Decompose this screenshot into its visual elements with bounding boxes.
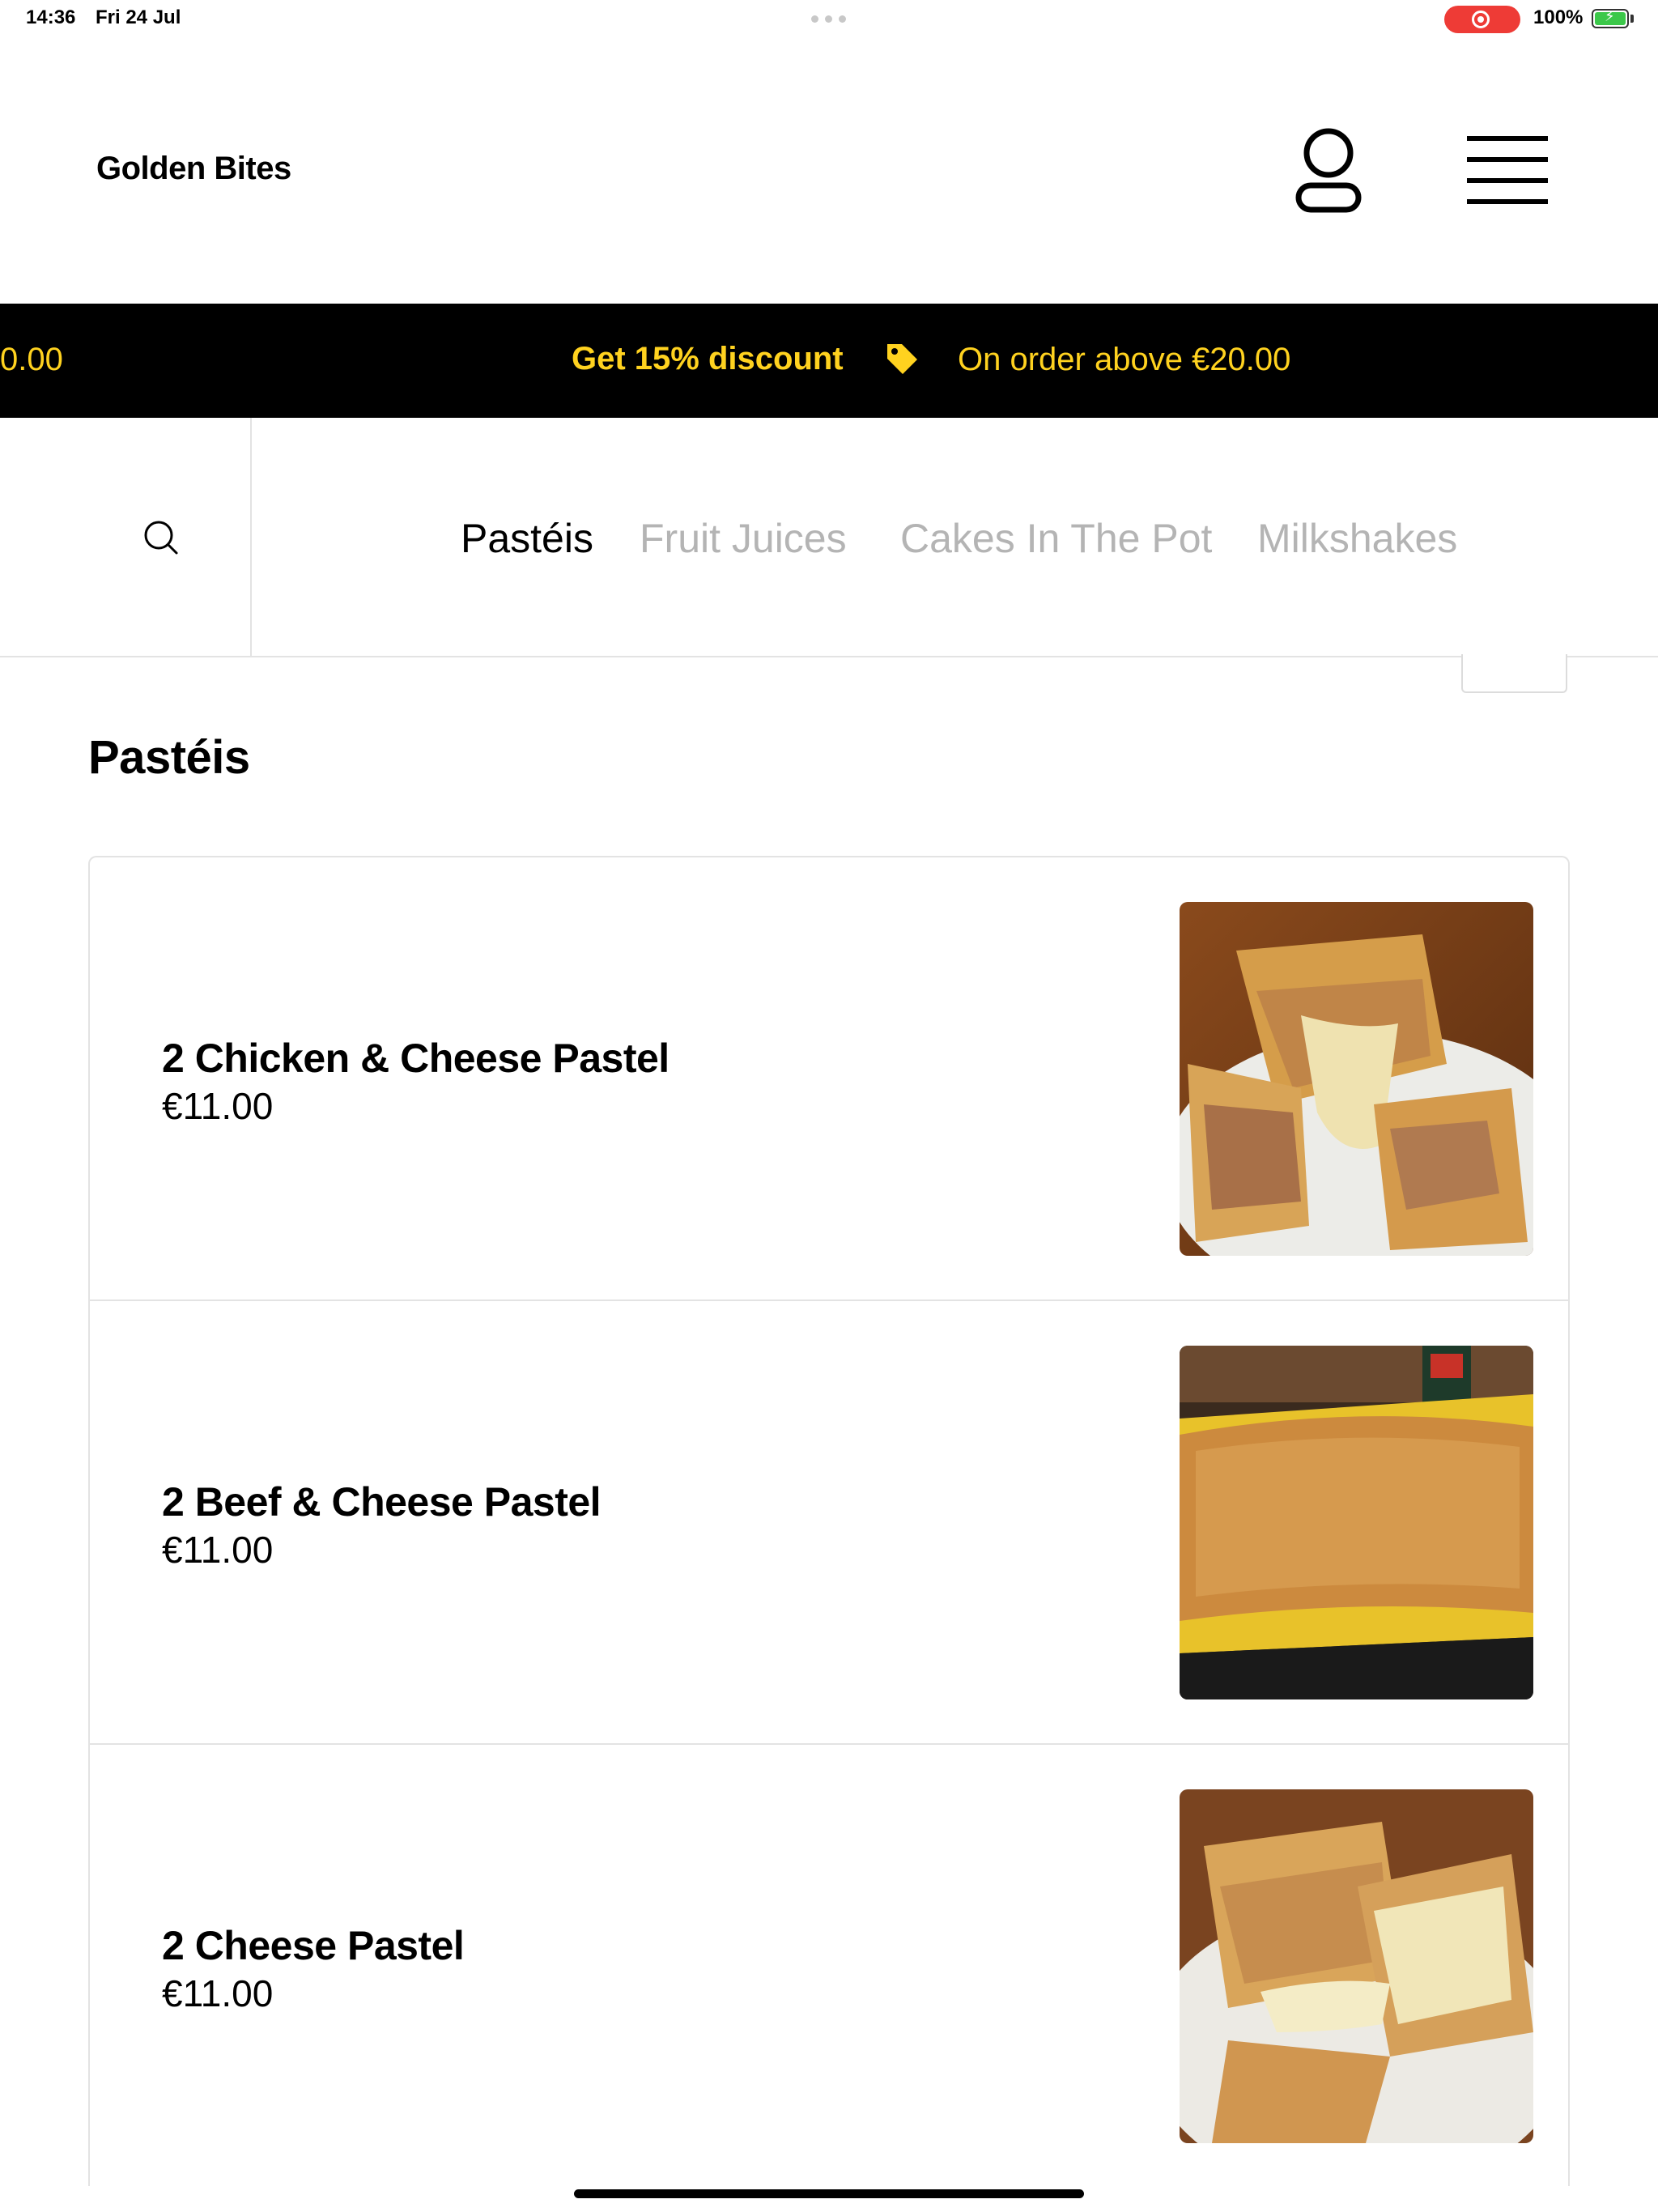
tab-pasteis[interactable]: Pastéis (461, 515, 593, 562)
dropdown-box[interactable] (1461, 654, 1567, 693)
tab-fruit-juices[interactable]: Fruit Juices (640, 515, 847, 562)
product-image[interactable] (1180, 1346, 1533, 1699)
product-price: €11.00 (162, 1972, 274, 2014)
product-image[interactable] (1180, 1789, 1533, 2143)
hamburger-menu-icon[interactable] (1467, 136, 1548, 210)
status-time: 14:36 (26, 6, 76, 28)
status-bar: 14:36 Fri 24 Jul 100% (0, 0, 1658, 39)
tab-cakes-in-the-pot[interactable]: Cakes In The Pot (900, 515, 1212, 562)
battery-charging-icon (1592, 8, 1629, 28)
product-name: 2 Chicken & Cheese Pastel (162, 1036, 670, 1081)
category-nav: Pastéis Fruit Juices Cakes In The Pot Mi… (0, 418, 1658, 657)
brand-name[interactable]: Golden Bites (96, 151, 291, 187)
product-price: €11.00 (162, 1085, 274, 1127)
promo-condition-text: On order above €20.00 (958, 342, 1291, 377)
promo-scrolling-text: 0.00 (0, 342, 63, 377)
product-image[interactable] (1180, 902, 1533, 1256)
promo-banner: 0.00 Get 15% discount On order above €20… (0, 304, 1658, 418)
promo-discount-text: Get 15% discount (572, 341, 844, 376)
price-tag-icon (884, 341, 920, 381)
tab-milkshakes[interactable]: Milkshakes (1257, 515, 1457, 562)
user-icon[interactable] (1292, 126, 1365, 219)
search-icon[interactable] (142, 519, 180, 560)
status-date: Fri 24 Jul (96, 6, 181, 28)
search-button[interactable] (0, 418, 252, 656)
product-name: 2 Beef & Cheese Pastel (162, 1479, 602, 1525)
product-price: €11.00 (162, 1529, 274, 1571)
home-indicator[interactable] (574, 2189, 1084, 2198)
product-list: 2 Chicken & Cheese Pastel €11.00 2 Beef … (88, 856, 1570, 2186)
section-title: Pastéis (88, 731, 250, 784)
product-name: 2 Cheese Pastel (162, 1923, 465, 1968)
product-card[interactable]: 2 Beef & Cheese Pastel €11.00 (90, 1301, 1568, 1745)
screen-recording-icon[interactable] (1444, 6, 1520, 33)
battery-percentage: 100% (1533, 6, 1584, 28)
site-header: Golden Bites (0, 39, 1658, 304)
multitasking-dots-icon[interactable] (811, 15, 846, 23)
product-card[interactable]: 2 Chicken & Cheese Pastel €11.00 (90, 857, 1568, 1301)
product-card[interactable]: 2 Cheese Pastel €11.00 (90, 1745, 1568, 2186)
